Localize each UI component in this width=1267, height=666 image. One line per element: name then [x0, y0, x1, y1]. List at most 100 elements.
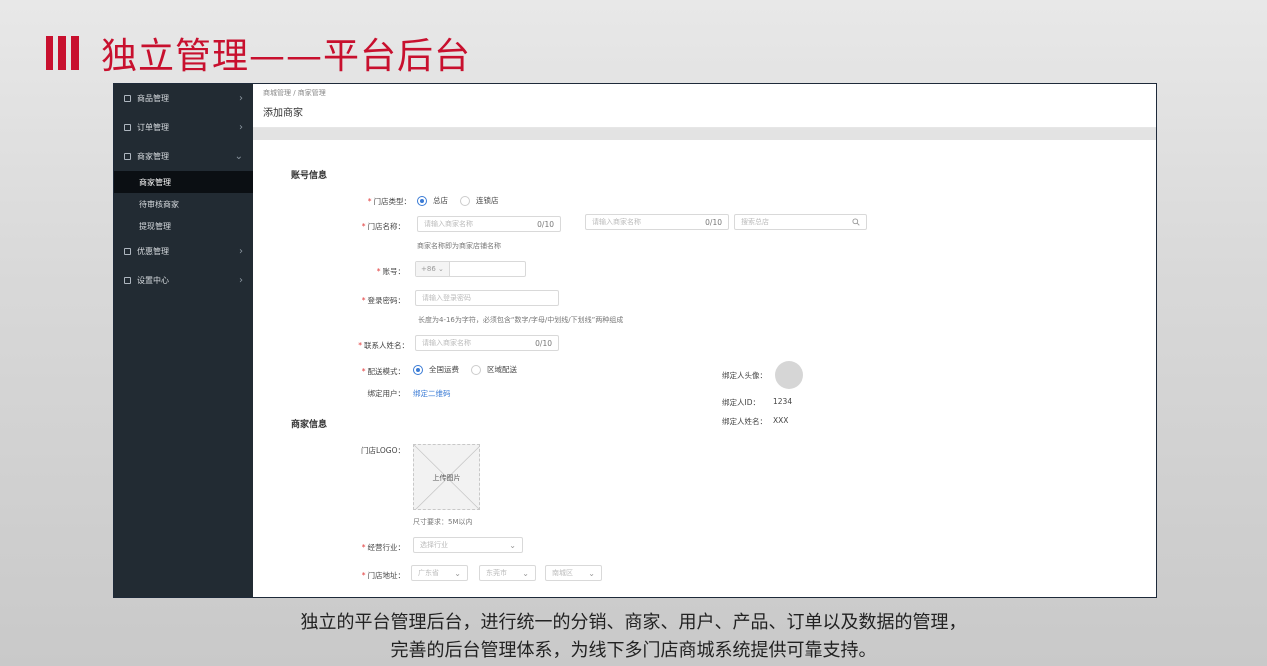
radio-label: 连锁店: [476, 196, 499, 205]
char-count: 0/10: [705, 217, 722, 227]
chevron-right-icon: ›: [239, 93, 243, 104]
input-placeholder: 请输入登录密码: [422, 294, 471, 302]
required-mark: *: [376, 267, 381, 276]
section-title-account: 账号信息: [291, 171, 328, 181]
sidebar-item-label: 优惠管理: [137, 247, 169, 256]
radio-label: 区域配送: [487, 365, 517, 374]
radio-store-type-main[interactable]: 总店: [417, 195, 448, 206]
country-code-select[interactable]: +86 ⌄: [416, 262, 450, 276]
sidebar-item-promotions[interactable]: 优惠管理 ›: [114, 237, 253, 266]
main-content: 商城管理 / 商家管理 添加商家 账号信息 * 门店类型： 总店 连锁店 * 门店名…: [253, 84, 1156, 597]
section-title-merchant: 商家信息: [291, 420, 328, 430]
password-label: * 登录密码：: [361, 296, 405, 305]
slide-title-text: 独立管理——平台后台: [101, 36, 472, 77]
bind-user-label: 绑定用户：: [367, 389, 406, 398]
admin-screenshot: 商品管理 › 订单管理 › 商家管理 ⌄ 商家管理 待审核商家 提现管理 优惠管…: [113, 83, 1157, 598]
char-count: 0/10: [535, 338, 552, 348]
radio-unchecked-icon: [471, 364, 481, 375]
char-count: 0/10: [537, 219, 554, 229]
contact-name-label: * 联系人姓名：: [358, 341, 409, 350]
input-placeholder: 请输入商家名称: [424, 220, 473, 228]
industry-select[interactable]: 选择行业 ⌄: [413, 537, 523, 553]
delivery-mode-label: * 配送模式：: [361, 367, 405, 376]
radio-checked-icon: [417, 195, 427, 206]
input-placeholder: 请输入商家名称: [422, 339, 471, 347]
binder-name-value: XXX: [773, 416, 789, 425]
store-name-input-secondary[interactable]: 请输入商家名称 0/10: [585, 214, 729, 230]
logo-label: 门店LOGO：: [360, 446, 405, 455]
required-mark: *: [361, 571, 366, 580]
account-label: * 账号：: [376, 267, 405, 276]
chevron-down-icon: ⌄: [522, 568, 529, 578]
select-value: 南城区: [552, 569, 573, 577]
slide-title: 独立管理——平台后台: [46, 28, 471, 78]
required-mark: *: [367, 197, 372, 206]
search-icon[interactable]: [852, 218, 860, 226]
select-placeholder: 选择行业: [420, 541, 448, 549]
radio-delivery-nationwide[interactable]: 全国运费: [413, 364, 459, 375]
add-merchant-form: 账号信息 *门店类型： 总店 连锁店 *门店名称： 请输入商家名称 0/10: [253, 140, 1156, 597]
sidebar-item-orders[interactable]: 订单管理 ›: [114, 113, 253, 142]
chevron-down-icon: ⌄: [234, 151, 243, 162]
required-mark: *: [361, 367, 366, 376]
required-mark: *: [361, 543, 366, 552]
store-name-input[interactable]: 请输入商家名称 0/10: [417, 216, 561, 232]
radio-store-type-chain[interactable]: 连锁店: [460, 195, 499, 206]
sidebar-item-settings[interactable]: 设置中心 ›: [114, 266, 253, 295]
chevron-down-icon: ⌄: [509, 540, 516, 550]
logo-hint: 尺寸要求：5M以内: [413, 518, 473, 526]
select-value: 东莞市: [486, 569, 507, 577]
edit-icon: [124, 124, 131, 131]
sidebar-item-label: 商品管理: [137, 94, 169, 103]
sidebar-item-products[interactable]: 商品管理 ›: [114, 84, 253, 113]
chevron-down-icon: ⌄: [454, 568, 461, 578]
divider-band: [253, 128, 1156, 140]
sidebar-item-merchants[interactable]: 商家管理 ⌄: [114, 142, 253, 171]
password-hint: 长度为4-16为字符，必须包含“数字/字母/中划线/下划线”两种组成: [418, 316, 624, 324]
upload-label: 上传图片: [432, 474, 461, 482]
edit-icon: [124, 95, 131, 102]
list-icon: [124, 153, 131, 160]
edit-icon: [124, 248, 131, 255]
edit-icon: [124, 277, 131, 284]
search-main-store-input[interactable]: 搜索总店: [734, 214, 867, 230]
select-value: 广东省: [418, 569, 439, 577]
page-header: 商城管理 / 商家管理 添加商家: [253, 84, 1156, 128]
required-mark: *: [358, 341, 362, 350]
district-select[interactable]: 南城区 ⌄: [545, 565, 602, 581]
title-bars-decoration: [46, 36, 79, 70]
contact-name-input[interactable]: 请输入商家名称 0/10: [415, 335, 559, 351]
city-select[interactable]: 东莞市 ⌄: [479, 565, 536, 581]
radio-label: 总店: [433, 196, 448, 205]
binder-avatar-label: 绑定人头像：: [722, 371, 767, 380]
sidebar-subitem-merchant-management[interactable]: 商家管理: [114, 171, 253, 193]
sidebar-subitem-pending-merchants[interactable]: 待审核商家: [114, 193, 253, 215]
binder-id-label: 绑定人ID：: [722, 398, 760, 407]
binder-name-label: 绑定人姓名：: [722, 417, 767, 426]
sidebar-item-label: 商家管理: [137, 152, 169, 161]
chevron-down-icon: ⌄: [588, 568, 595, 578]
chevron-right-icon: ›: [239, 246, 243, 257]
sidebar-subitem-withdrawals[interactable]: 提现管理: [114, 215, 253, 237]
province-select[interactable]: 广东省 ⌄: [411, 565, 468, 581]
sidebar: 商品管理 › 订单管理 › 商家管理 ⌄ 商家管理 待审核商家 提现管理 优惠管…: [114, 84, 253, 597]
industry-label: * 经营行业：: [361, 543, 405, 552]
avatar: [775, 361, 803, 389]
password-input[interactable]: 请输入登录密码: [415, 290, 559, 306]
radio-delivery-regional[interactable]: 区域配送: [471, 364, 517, 375]
required-mark: *: [361, 296, 366, 305]
chevron-right-icon: ›: [239, 275, 243, 286]
radio-checked-icon: [413, 364, 423, 375]
logo-upload-box[interactable]: 上传图片: [413, 444, 480, 510]
account-phone-input[interactable]: +86 ⌄: [415, 261, 526, 277]
breadcrumb: 商城管理 / 商家管理: [263, 89, 326, 97]
radio-unchecked-icon: [460, 195, 470, 206]
binder-id-value: 1234: [773, 397, 793, 406]
required-mark: *: [361, 222, 366, 231]
caption-line-1: 独立的平台管理后台，进行统一的分销、商家、用户、产品、订单以及数据的管理，: [300, 612, 967, 633]
address-label: * 门店地址：: [361, 571, 405, 580]
store-type-label: * 门店类型：: [367, 197, 411, 206]
bind-qrcode-link[interactable]: 绑定二维码: [413, 388, 451, 399]
sidebar-item-label: 设置中心: [137, 276, 169, 285]
chevron-right-icon: ›: [239, 122, 243, 133]
